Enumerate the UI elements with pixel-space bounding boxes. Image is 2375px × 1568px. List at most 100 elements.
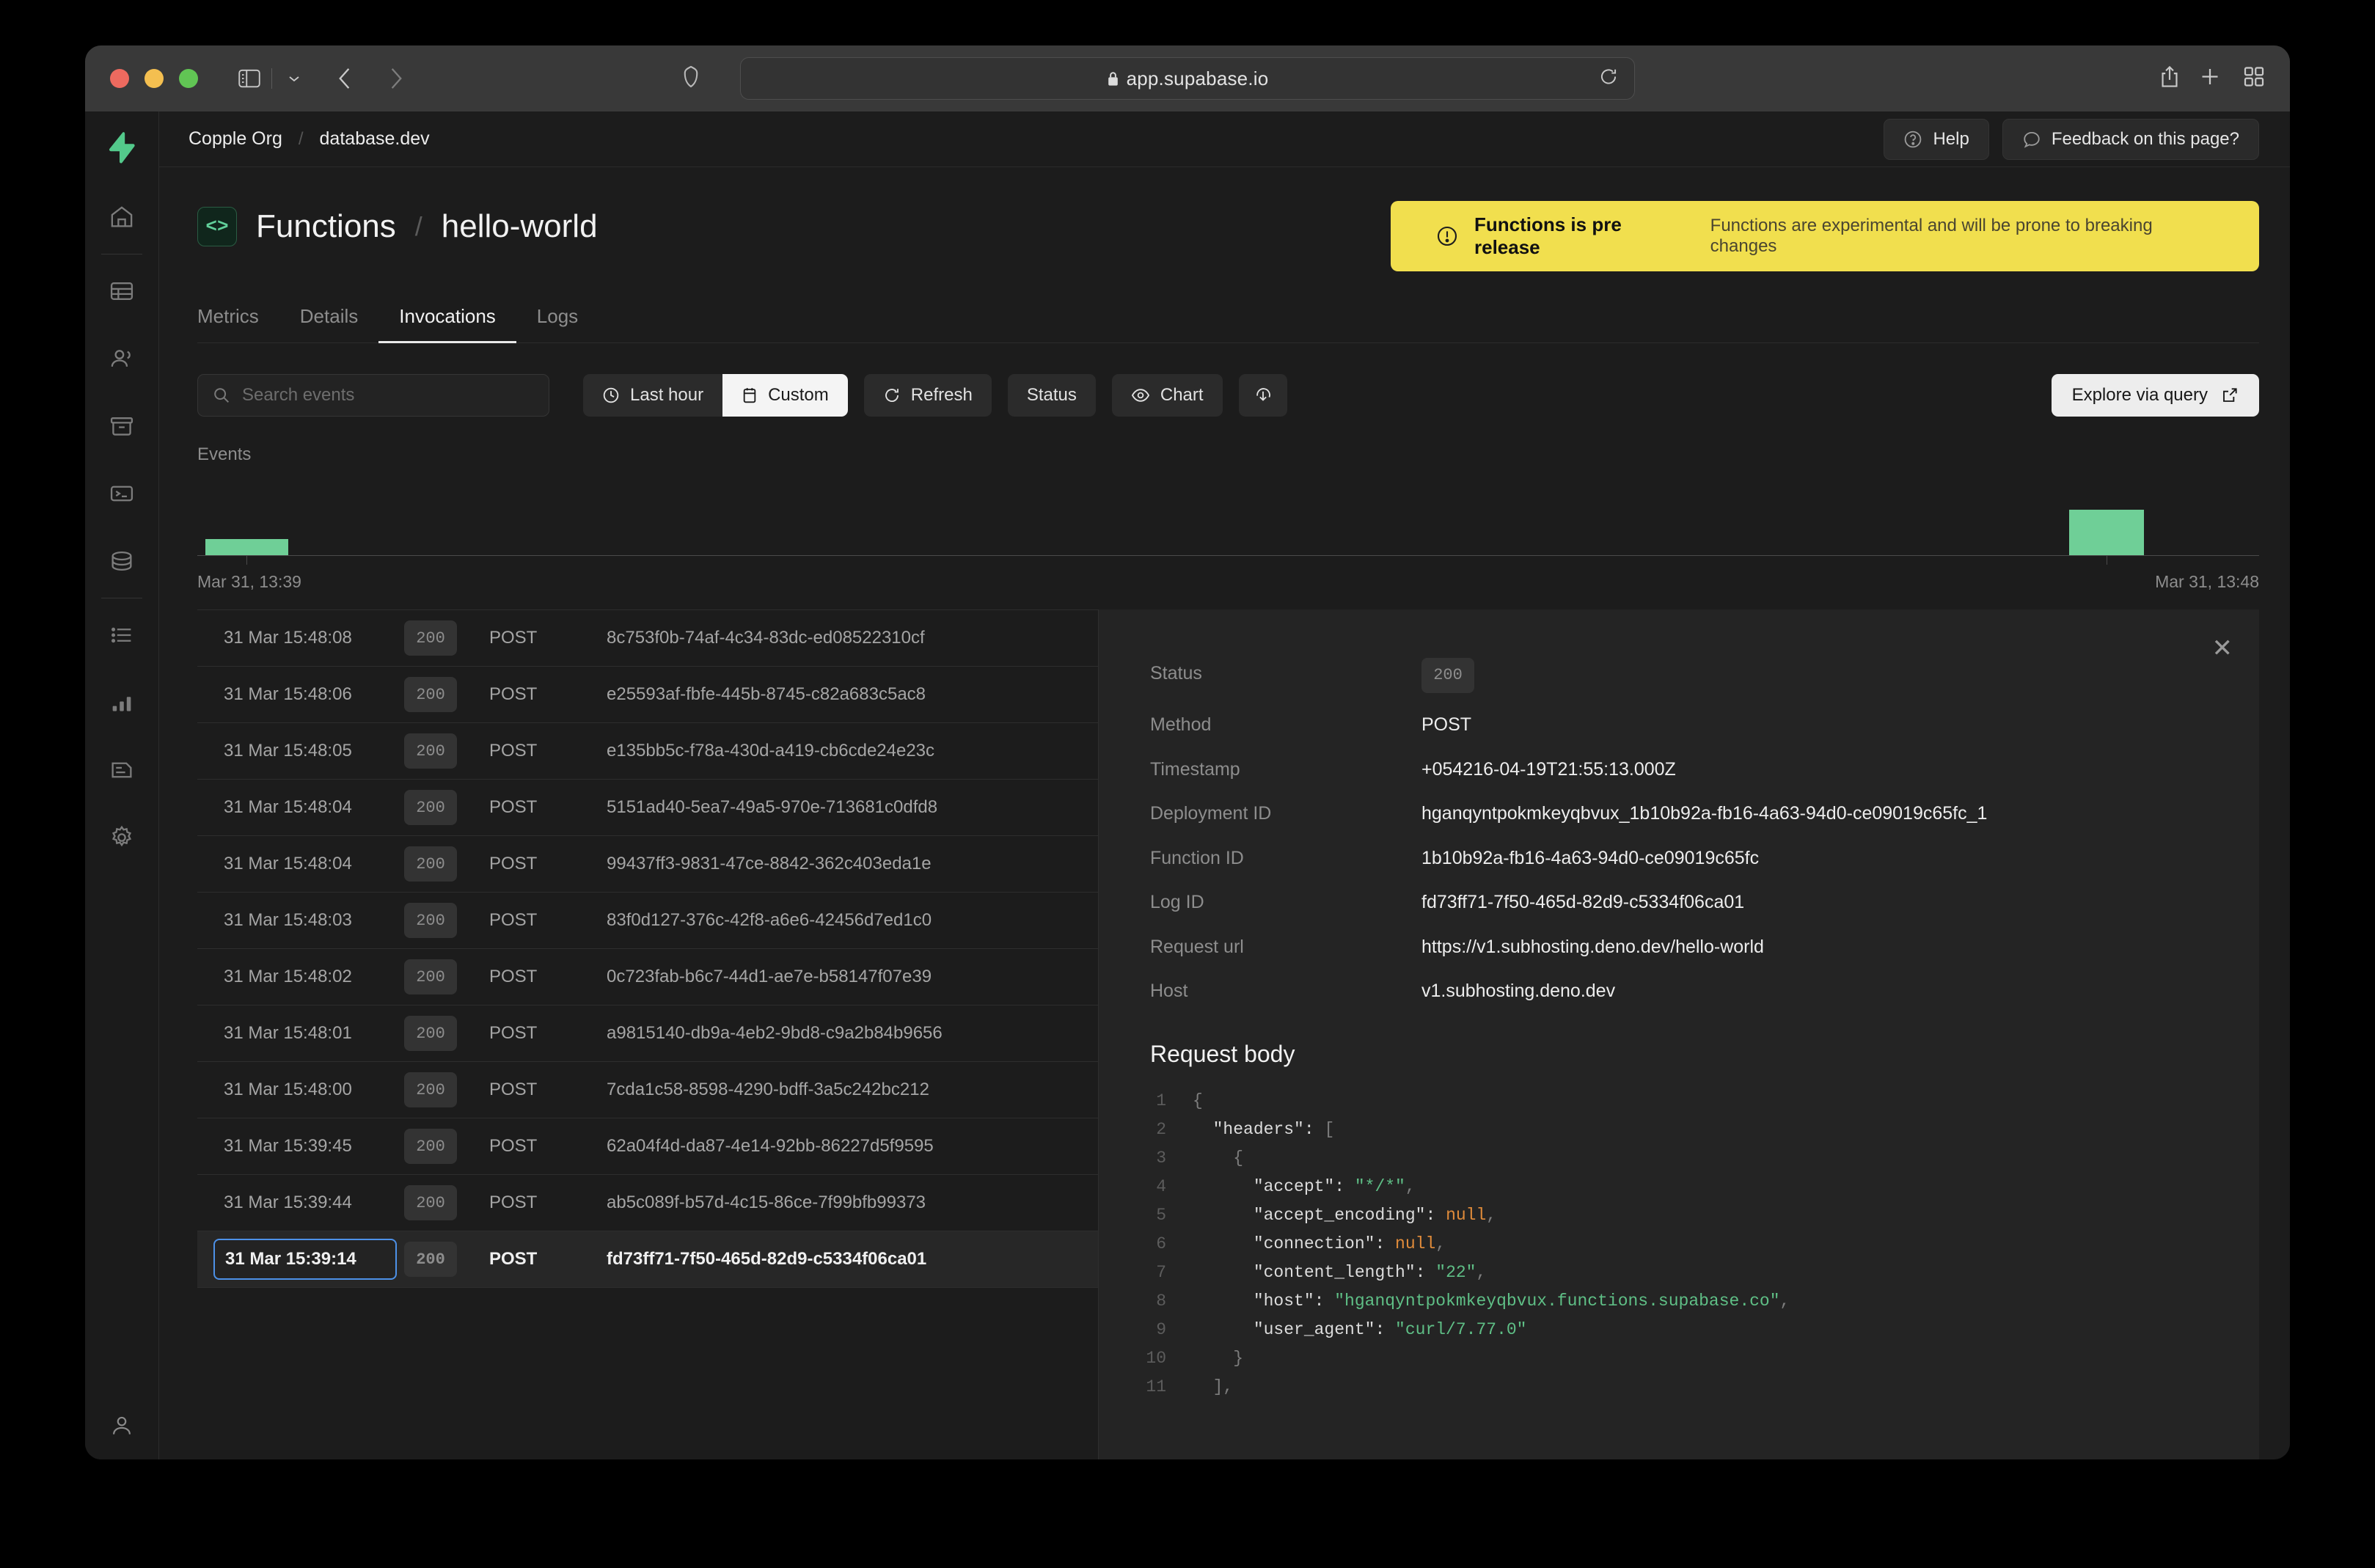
sidebar-toggle-icon[interactable] — [230, 59, 268, 98]
table-row[interactable]: 31 Mar 15:39:44 200 POST ab5c089f-b57d-4c15… — [197, 1175, 1098, 1231]
sidebar-item-settings[interactable] — [98, 804, 145, 871]
row-id: ab5c089f-b57d-4c15-86ce-7f99bfb99373 — [607, 1193, 926, 1212]
row-id: 8c753f0b-74af-4c34-83dc-ed08522310cf — [607, 628, 925, 648]
help-button[interactable]: Help — [1884, 118, 1989, 160]
chart-bar[interactable] — [205, 539, 288, 555]
download-button[interactable] — [1238, 374, 1287, 417]
code-line-text: { — [1193, 1091, 1203, 1110]
page-title-section[interactable]: Functions — [256, 208, 396, 245]
url-input[interactable]: app.supabase.io — [740, 57, 1635, 100]
app-sidebar — [85, 111, 159, 1459]
sidebar-item-authentication[interactable] — [98, 325, 145, 392]
tab-details[interactable]: Details — [279, 305, 378, 342]
privacy-shield-icon[interactable] — [683, 65, 699, 92]
sidebar-item-docs[interactable] — [98, 736, 145, 804]
url-text: app.supabase.io — [1126, 67, 1269, 89]
table-row[interactable]: 31 Mar 15:48:05 200 POST e135bb5c-f78a-430d… — [197, 723, 1098, 780]
chart-bar[interactable] — [2069, 510, 2144, 555]
browser-window: app.supabase.io Copple Org / database.de… — [85, 45, 2290, 1459]
sidebar-item-database[interactable] — [98, 527, 145, 595]
detail-field: Function ID 1b10b92a-fb16-4a63-94d0-ce090… — [1150, 846, 2218, 871]
table-row[interactable]: 31 Mar 15:39:45 200 POST 62a04f4d-da87-4e14… — [197, 1118, 1098, 1175]
breadcrumb-separator: / — [298, 128, 304, 149]
chart-toggle-button[interactable]: Chart — [1111, 374, 1223, 417]
sidebar-item-home[interactable] — [98, 183, 145, 251]
table-row[interactable]: 31 Mar 15:48:06 200 POST e25593af-fbfe-445b… — [197, 667, 1098, 723]
close-window-button[interactable] — [110, 69, 129, 88]
chart-axis-labels: Mar 31, 13:39 Mar 31, 13:48 — [197, 572, 2259, 592]
page-content: <> Functions / hello-world Functions is … — [159, 167, 2290, 1459]
table-row[interactable]: 31 Mar 15:48:04 200 POST 5151ad40-5ea7-49a5… — [197, 780, 1098, 836]
chart-plot-area[interactable] — [197, 475, 2259, 565]
chart-tick — [246, 555, 248, 565]
detail-field-key: Method — [1150, 714, 1212, 735]
row-timestamp: 31 Mar 15:48:02 — [224, 967, 352, 986]
back-arrow-icon[interactable] — [326, 59, 365, 98]
reload-icon[interactable] — [1599, 67, 1618, 90]
range-custom-button[interactable]: Custom — [722, 374, 848, 417]
table-row[interactable]: 31 Mar 15:48:08 200 POST 8c753f0b-74af-4c34… — [197, 610, 1098, 667]
window-controls — [110, 69, 198, 88]
share-icon[interactable] — [2159, 65, 2180, 92]
status-filter-button[interactable]: Status — [1007, 374, 1096, 417]
sidebar-item-logs[interactable] — [98, 601, 145, 669]
refresh-button[interactable]: Refresh — [863, 374, 992, 417]
maximize-window-button[interactable] — [179, 69, 198, 88]
sidebar-item-reports[interactable] — [98, 669, 145, 736]
search-input[interactable] — [242, 385, 534, 406]
table-row[interactable]: 31 Mar 15:48:00 200 POST 7cda1c58-8598-4290… — [197, 1062, 1098, 1118]
status-badge: 200 — [404, 903, 457, 938]
chart-axis-end: Mar 31, 13:48 — [2155, 572, 2259, 591]
tab-invocations[interactable]: Invocations — [378, 305, 516, 343]
supabase-logo[interactable] — [100, 128, 143, 170]
events-toolbar: Last hour Custom Refresh — [197, 374, 2259, 417]
new-tab-icon[interactable] — [2199, 66, 2221, 92]
breadcrumb-project[interactable]: database.dev — [320, 128, 430, 150]
tab-logs[interactable]: Logs — [516, 305, 599, 342]
feedback-button[interactable]: Feedback on this page? — [2002, 118, 2259, 160]
chat-bubble-icon — [2022, 130, 2041, 149]
code-line: 8 "host": "hganqyntpokmkeyqbvux.function… — [1125, 1287, 2259, 1316]
address-bar-area: app.supabase.io — [684, 57, 1635, 100]
eye-icon — [1131, 387, 1150, 403]
status-badge: 200 — [404, 1129, 457, 1164]
tab-overview-icon[interactable] — [2243, 66, 2265, 92]
time-range-segmented-control: Last hour Custom — [583, 374, 848, 417]
row-id: 7cda1c58-8598-4290-bdff-3a5c242bc212 — [607, 1080, 929, 1099]
row-id: 99437ff3-9831-47ce-8842-362c403eda1e — [607, 854, 932, 873]
row-method: POST — [489, 854, 538, 873]
detail-field: Method POST — [1150, 712, 2218, 738]
breadcrumb-org[interactable]: Copple Org — [189, 128, 282, 150]
explore-via-query-button[interactable]: Explore via query — [2051, 374, 2259, 417]
page-title: <> Functions / hello-world — [197, 201, 598, 246]
forward-arrow-icon[interactable] — [376, 59, 414, 98]
range-last-hour-button[interactable]: Last hour — [583, 374, 723, 417]
explore-label: Explore via query — [2071, 385, 2208, 405]
table-row[interactable]: 31 Mar 15:48:02 200 POST 0c723fab-b6c7-44d1… — [197, 949, 1098, 1005]
row-method: POST — [489, 1080, 538, 1099]
close-icon[interactable]: ✕ — [2212, 636, 2233, 661]
pre-release-banner: Functions is pre release Functions are e… — [1391, 201, 2259, 271]
sidebar-item-storage[interactable] — [98, 392, 145, 460]
code-line: 10 } — [1125, 1344, 2259, 1373]
user-avatar-icon[interactable] — [98, 1392, 145, 1459]
search-events-box[interactable] — [197, 374, 549, 417]
breadcrumb: Copple Org / database.dev — [189, 128, 430, 150]
table-row[interactable]: 31 Mar 15:48:04 200 POST 99437ff3-9831-47ce… — [197, 836, 1098, 893]
detail-field: Status 200 — [1150, 658, 2218, 693]
chevron-down-icon[interactable] — [275, 59, 313, 98]
row-timestamp: 31 Mar 15:39:14 — [213, 1239, 397, 1280]
sidebar-item-table-editor[interactable] — [98, 257, 145, 325]
minimize-window-button[interactable] — [144, 69, 164, 88]
row-id: 5151ad40-5ea7-49a5-970e-713681c0dfd8 — [607, 797, 938, 817]
tab-metrics[interactable]: Metrics — [197, 305, 279, 342]
row-method: POST — [489, 1249, 538, 1269]
status-badge: 200 — [1421, 658, 1474, 693]
sidebar-item-sql-editor[interactable] — [98, 460, 145, 527]
chart-title: Events — [197, 444, 252, 464]
question-circle-icon — [1903, 130, 1922, 149]
table-row[interactable]: 31 Mar 15:48:01 200 POST a9815140-db9a-4eb2… — [197, 1005, 1098, 1062]
code-line-number: 9 — [1156, 1319, 1166, 1339]
table-row[interactable]: 31 Mar 15:48:03 200 POST 83f0d127-376c-42f8… — [197, 893, 1098, 949]
table-row[interactable]: 31 Mar 15:39:14 200 POST fd73ff71-7f50-465d… — [197, 1231, 1098, 1288]
